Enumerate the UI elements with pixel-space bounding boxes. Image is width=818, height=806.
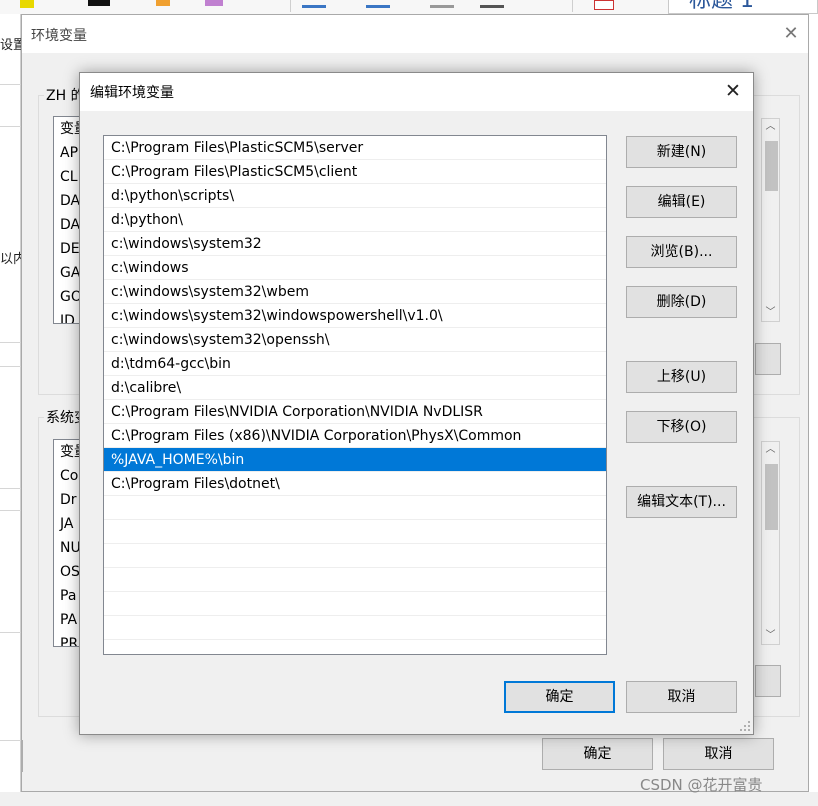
- scroll-thumb[interactable]: [765, 464, 778, 530]
- list-item[interactable]: NU: [54, 536, 82, 560]
- edit-text-button[interactable]: 编辑文本(T)...: [626, 486, 737, 518]
- outer-dialog-title: 环境变量: [31, 28, 87, 44]
- scroll-thumb[interactable]: [765, 141, 778, 191]
- numbering-icon[interactable]: [366, 5, 390, 8]
- list-item[interactable]: JA: [54, 512, 82, 536]
- empty-row[interactable]: [104, 568, 606, 592]
- move-up-button[interactable]: 上移(U): [626, 361, 737, 393]
- path-item[interactable]: C:\Program Files\PlasticSCM5\client: [104, 160, 606, 184]
- move-down-button[interactable]: 下移(O): [626, 411, 737, 443]
- path-item[interactable]: C:\Program Files (x86)\NVIDIA Corporatio…: [104, 424, 606, 448]
- path-item[interactable]: d:\python\scripts\: [104, 184, 606, 208]
- list-item[interactable]: Co: [54, 464, 82, 488]
- system-variables-label: 系统变: [44, 407, 82, 427]
- edit-environment-variable-dialog: 编辑环境变量 ✕ C:\Program Files\PlasticSCM5\se…: [79, 72, 754, 735]
- user-list-scrollbar[interactable]: ︿ ﹀: [761, 118, 780, 322]
- empty-row[interactable]: [104, 544, 606, 568]
- empty-row[interactable]: [104, 520, 606, 544]
- outer-cancel-button[interactable]: 取消: [663, 738, 774, 770]
- list-item[interactable]: GO: [54, 285, 82, 309]
- scroll-up-icon[interactable]: ︿: [762, 119, 779, 135]
- format-painter-icon[interactable]: [156, 0, 170, 6]
- divider: [0, 84, 21, 85]
- divider: [0, 510, 21, 511]
- resize-grip-icon[interactable]: [739, 720, 751, 732]
- list-item[interactable]: GA: [54, 261, 82, 285]
- inner-title-bar: 编辑环境变量 ✕: [80, 73, 753, 111]
- edit-button[interactable]: 编辑(E): [626, 186, 737, 218]
- empty-row[interactable]: [104, 616, 606, 640]
- path-item[interactable]: c:\windows\system32\windowspowershell\v1…: [104, 304, 606, 328]
- path-item[interactable]: C:\Program Files\dotnet\: [104, 472, 606, 496]
- path-item[interactable]: c:\windows\system32\wbem: [104, 280, 606, 304]
- new-button[interactable]: 新建(N): [626, 136, 737, 168]
- ribbon-separator: [290, 0, 291, 12]
- path-item[interactable]: d:\python\: [104, 208, 606, 232]
- path-item[interactable]: C:\Program Files\PlasticSCM5\server: [104, 136, 606, 160]
- document-left-edge: 设置 以内行: [0, 14, 39, 806]
- path-item[interactable]: c:\windows\system32: [104, 232, 606, 256]
- list-item[interactable]: AP: [54, 141, 82, 165]
- user-delete-button-partial[interactable]: [755, 343, 781, 375]
- cancel-button[interactable]: 取消: [626, 681, 737, 713]
- divider: [0, 488, 21, 489]
- empty-row[interactable]: [104, 592, 606, 616]
- divider: [0, 740, 21, 741]
- list-item[interactable]: ID: [54, 309, 82, 323]
- path-item[interactable]: c:\windows\system32\openssh\: [104, 328, 606, 352]
- list-item[interactable]: DA: [54, 189, 82, 213]
- empty-row[interactable]: [104, 496, 606, 520]
- list-item[interactable]: DE: [54, 237, 82, 261]
- outer-hidden-edge: [21, 740, 23, 772]
- path-item[interactable]: c:\windows: [104, 256, 606, 280]
- path-item[interactable]: d:\tdm64-gcc\bin: [104, 352, 606, 376]
- outer-ok-button[interactable]: 确定: [542, 738, 653, 770]
- list-item[interactable]: Dr: [54, 488, 82, 512]
- style-title-1[interactable]: 标题 1: [668, 0, 818, 14]
- align-icon[interactable]: [430, 5, 454, 8]
- csdn-watermark: CSDN @花开富贵: [640, 776, 763, 794]
- list-item[interactable]: PR: [54, 632, 82, 646]
- list-item[interactable]: CL: [54, 165, 82, 189]
- bullets-icon[interactable]: [302, 5, 326, 8]
- scroll-down-icon[interactable]: ﹀: [762, 305, 779, 321]
- eraser-icon[interactable]: [205, 0, 223, 6]
- divider: [0, 366, 21, 367]
- path-item[interactable]: C:\Program Files\NVIDIA Corporation\NVID…: [104, 400, 606, 424]
- ribbon-toolbar: 标题 1: [0, 0, 818, 14]
- user-variables-label: ZH 的: [44, 85, 82, 105]
- font-color-icon[interactable]: [88, 0, 110, 6]
- list-item[interactable]: DA: [54, 213, 82, 237]
- list-item[interactable]: Pa: [54, 584, 82, 608]
- browse-button[interactable]: 浏览(B)...: [626, 236, 737, 268]
- ribbon-separator: [572, 0, 573, 12]
- system-delete-button-partial[interactable]: [755, 665, 781, 697]
- checkbox-style-icon[interactable]: [594, 0, 614, 10]
- system-list-scrollbar[interactable]: ︿ ﹀: [761, 441, 780, 645]
- list-item[interactable]: OS: [54, 560, 82, 584]
- scroll-down-icon[interactable]: ﹀: [762, 628, 779, 644]
- scroll-up-icon[interactable]: ︿: [762, 442, 779, 458]
- divider: [0, 632, 21, 633]
- ok-button[interactable]: 确定: [504, 681, 615, 713]
- divider: [0, 126, 21, 127]
- path-item[interactable]: d:\calibre\: [104, 376, 606, 400]
- list-header[interactable]: 变量: [54, 440, 82, 464]
- inner-close-icon[interactable]: ✕: [721, 79, 745, 103]
- path-item-selected[interactable]: %JAVA_HOME%\bin: [104, 448, 606, 472]
- divider: [0, 342, 21, 343]
- highlight-icon[interactable]: [20, 0, 34, 8]
- delete-button[interactable]: 删除(D): [626, 286, 737, 318]
- path-list[interactable]: C:\Program Files\PlasticSCM5\server C:\P…: [103, 135, 607, 655]
- list-header[interactable]: 变量: [54, 117, 82, 141]
- list-item[interactable]: PA: [54, 608, 82, 632]
- line-spacing-icon[interactable]: [480, 5, 504, 8]
- inner-dialog-title: 编辑环境变量: [90, 85, 174, 101]
- outer-title-bar: 环境变量 ✕: [22, 15, 808, 53]
- outer-close-icon[interactable]: ✕: [780, 23, 802, 45]
